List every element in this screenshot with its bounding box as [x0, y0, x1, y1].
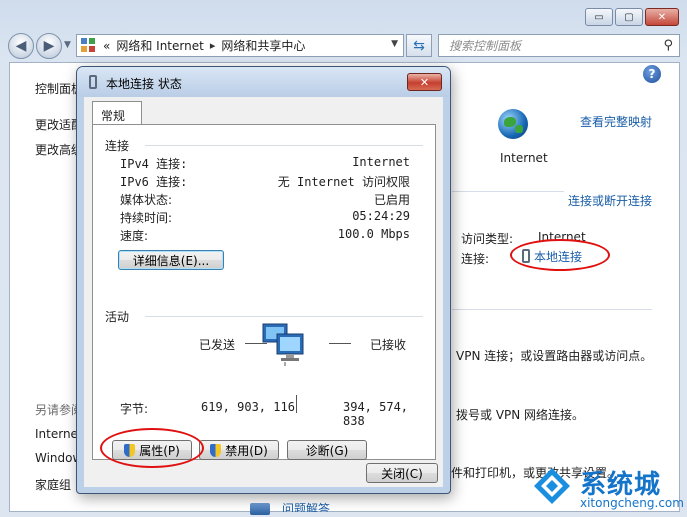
maximize-button[interactable]: ▢	[615, 8, 643, 26]
forward-arrow-icon: ▶	[43, 38, 55, 54]
ipv4-label: IPv4 连接:	[120, 157, 188, 171]
internet-label: Internet	[500, 151, 548, 165]
refresh-button[interactable]: ⇆	[406, 34, 432, 57]
search-input[interactable]	[447, 37, 647, 54]
ipv6-label: IPv6 连接:	[120, 175, 188, 189]
received-line	[329, 343, 351, 344]
access-type-label: 访问类型:	[461, 232, 514, 246]
received-label: 已接收	[370, 338, 407, 352]
left-task-pane: 控制面板 更改适配 更改高级 另请参阅 Internet Windows 家庭组	[10, 63, 89, 511]
uac-shield-icon	[210, 443, 222, 457]
general-tab-panel: 连接 IPv4 连接: Internet IPv6 连接: 无 Internet…	[92, 124, 436, 468]
duration-label: 持续时间:	[120, 211, 173, 225]
red-annotation-ellipse	[100, 428, 204, 468]
watermark: 系统城 xitongcheng.com	[530, 462, 684, 512]
local-connection-status-dialog: 本地连接 状态 ✕ 常规 连接 IPv4 连接: Internet IPv6 连…	[76, 66, 451, 494]
sent-label: 已发送	[199, 338, 236, 352]
section-divider	[452, 309, 652, 310]
connection-group-label: 连接	[105, 139, 130, 153]
media-state-row: 媒体状态: 已启用	[120, 191, 410, 207]
setup-vpn-text: VPN 连接；或设置路由器或访问点。	[456, 349, 653, 363]
homegroup-link[interactable]: 家庭组	[35, 476, 71, 493]
dialup-vpn-text: 拨号或 VPN 网络连接。	[456, 408, 585, 422]
window-caption-buttons: ▭ ▢ ✕	[585, 8, 679, 26]
back-arrow-icon: ◀	[15, 38, 27, 54]
refresh-icon: ⇆	[413, 37, 425, 54]
speed-value: 100.0 Mbps	[337, 227, 410, 241]
connect-disconnect-link[interactable]: 连接或断开连接	[568, 192, 652, 209]
red-annotation-ellipse	[510, 239, 610, 271]
forward-button[interactable]: ▶	[36, 33, 62, 59]
breadcrumb-separator-icon[interactable]: ▸	[210, 39, 216, 52]
details-button[interactable]: 详细信息(E)...	[118, 250, 224, 270]
navigation-bar: ◀ ▶ ▼ « 网络和 Internet ▸ 网络和共享中心 ▼ ⇆ ⚲	[0, 33, 687, 59]
recent-pages-chevron-icon[interactable]: ▼	[64, 40, 71, 50]
media-state-value: 已启用	[373, 193, 410, 207]
activity-group-label: 活动	[105, 310, 130, 324]
speed-row: 速度: 100.0 Mbps	[120, 227, 410, 243]
address-bar[interactable]: « 网络和 Internet ▸ 网络和共享中心 ▼	[76, 34, 404, 57]
duration-row: 持续时间: 05:24:29	[120, 209, 410, 225]
diagnose-button[interactable]: 诊断(G)	[287, 440, 367, 460]
search-box[interactable]: ⚲	[438, 34, 680, 57]
group-divider	[145, 316, 423, 317]
control-panel-icon	[81, 37, 97, 54]
tab-general[interactable]: 常规	[92, 101, 142, 125]
troubleshoot-link[interactable]: 问题解答	[282, 500, 330, 512]
section-divider	[452, 191, 564, 192]
close-window-button[interactable]: ✕	[645, 8, 679, 26]
disable-button[interactable]: 禁用(D)	[199, 440, 279, 460]
back-button[interactable]: ◀	[8, 33, 34, 59]
disable-button-label: 禁用(D)	[225, 443, 268, 458]
ipv6-row: IPv6 连接: 无 Internet 访问权限	[120, 173, 410, 189]
close-dialog-button[interactable]: 关闭(C)	[366, 463, 438, 483]
watermark-logo-icon	[534, 468, 570, 504]
ipv6-value: 无 Internet 访问权限	[277, 175, 410, 189]
watermark-site: xitongcheng.com	[580, 496, 684, 510]
bytes-divider	[296, 395, 297, 413]
minimize-button[interactable]: ▭	[585, 8, 613, 26]
dialog-title: 本地连接 状态	[106, 77, 182, 91]
address-dropdown-icon[interactable]: ▼	[391, 39, 398, 49]
internet-globe-icon	[498, 109, 528, 139]
search-icon[interactable]: ⚲	[663, 38, 673, 53]
dialog-body: 常规 连接 IPv4 连接: Internet IPv6 连接: 无 Inter…	[84, 97, 443, 487]
breadcrumb-network-internet[interactable]: 网络和 Internet	[116, 37, 203, 54]
group-divider	[145, 145, 423, 146]
media-state-label: 媒体状态:	[120, 193, 173, 207]
network-plug-icon	[89, 75, 97, 90]
bytes-label: 字节:	[120, 402, 149, 416]
ipv4-value: Internet	[352, 155, 410, 169]
help-icon[interactable]: ?	[643, 65, 661, 83]
view-full-map-link[interactable]: 查看完整映射	[580, 113, 652, 130]
connections-label: 连接:	[461, 252, 490, 266]
troubleshoot-icon	[250, 503, 270, 515]
dialog-title-bar[interactable]: 本地连接 状态 ✕	[77, 67, 450, 97]
breadcrumb-network-sharing-center[interactable]: 网络和共享中心	[221, 37, 305, 54]
address-prefix[interactable]: «	[103, 39, 110, 53]
speed-label: 速度:	[120, 229, 149, 243]
duration-value: 05:24:29	[352, 209, 410, 223]
network-computers-icon	[262, 323, 304, 366]
bytes-sent-value: 619, 903, 116	[201, 400, 295, 414]
bytes-received-value: 394, 574, 838	[343, 400, 409, 428]
dialog-close-button[interactable]: ✕	[407, 73, 442, 91]
ipv4-row: IPv4 连接: Internet	[120, 155, 410, 171]
